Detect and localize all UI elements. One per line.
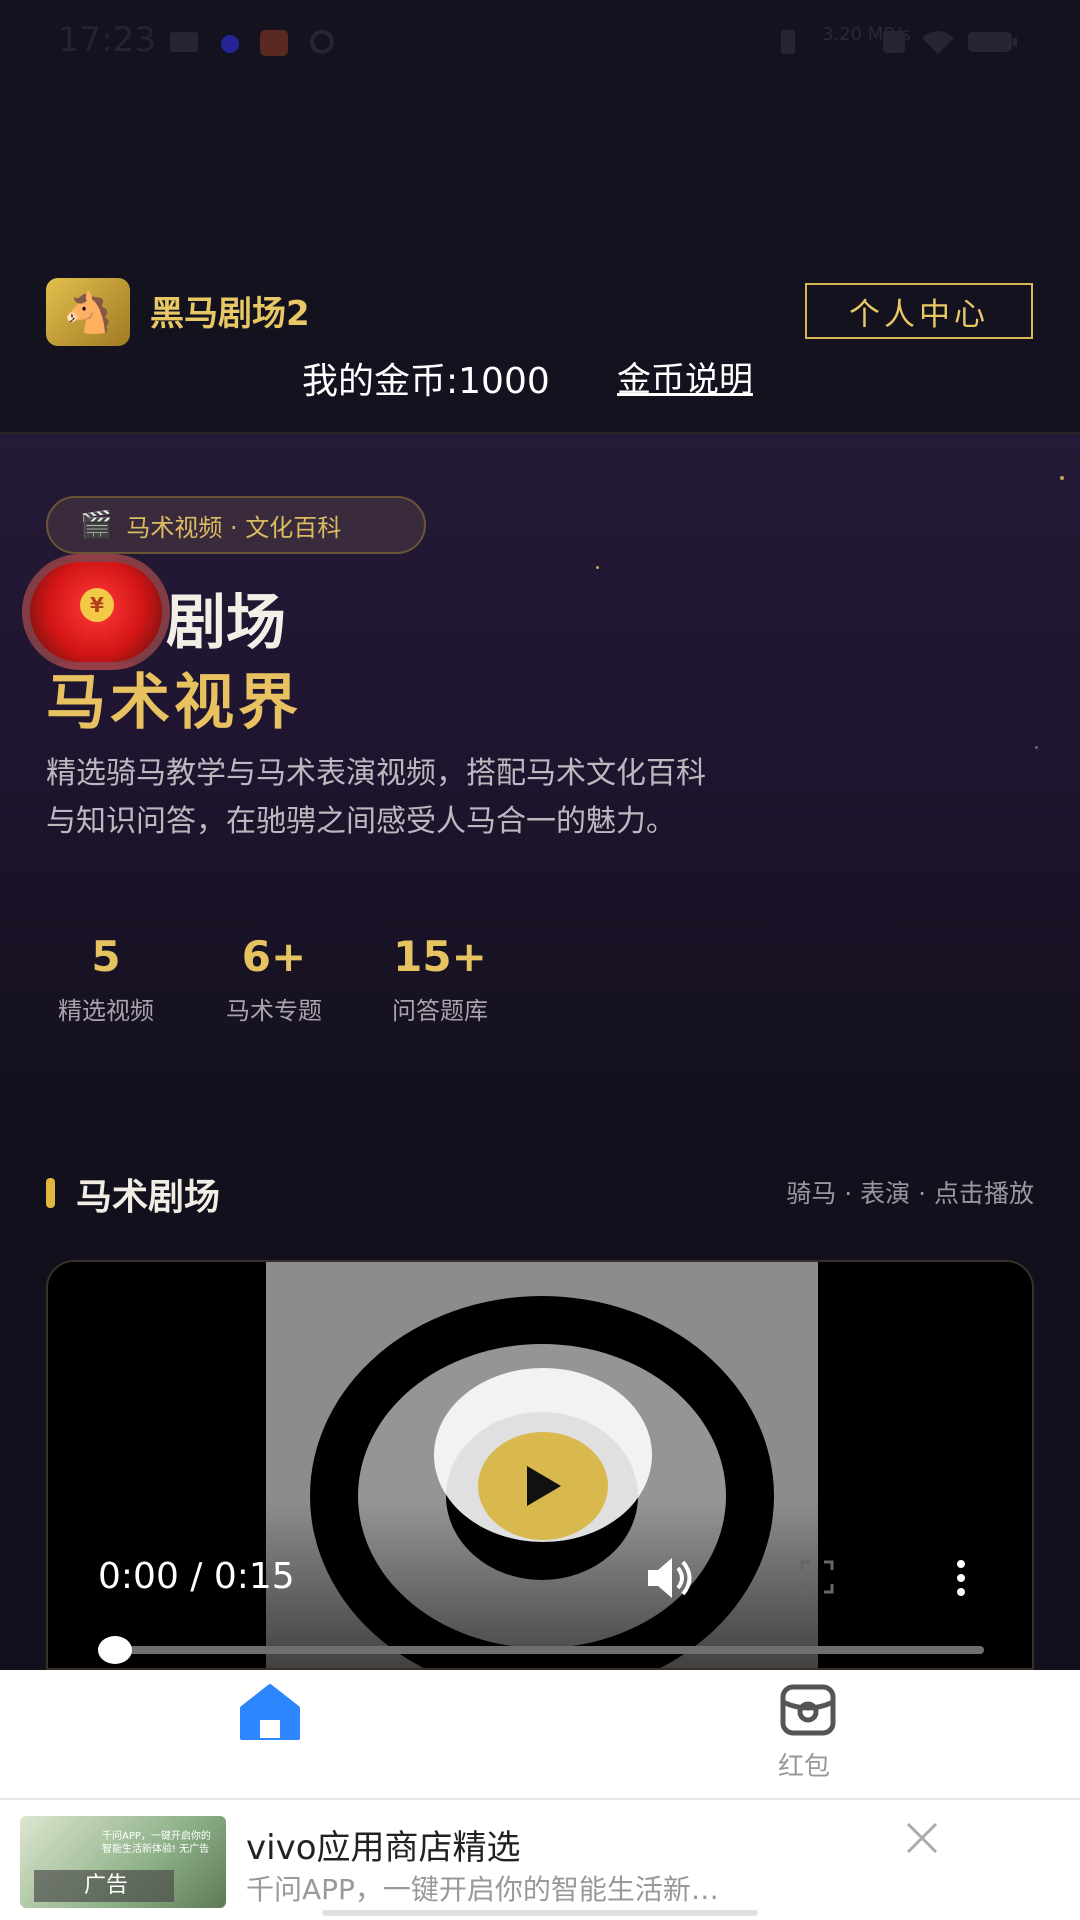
coin-balance: 我的金币:1000	[302, 361, 550, 402]
status-time: 17:23	[58, 20, 156, 60]
coin-help-link[interactable]: 金币说明	[617, 352, 753, 401]
nfc-icon	[883, 31, 905, 53]
wifi-icon	[922, 31, 954, 54]
sparkle	[596, 566, 599, 569]
volume-icon[interactable]	[646, 1556, 696, 1600]
hero-banner: 🎬 马术视频 · 文化百科 马剧场 马术视界 ¥ 精选骑马教学与马术表演视频，搭…	[0, 434, 1080, 1074]
video-player[interactable]: 0:00 / 0:15	[46, 1260, 1034, 1670]
fullscreen-icon[interactable]	[800, 1560, 834, 1594]
home-icon[interactable]	[238, 1682, 302, 1742]
stat-videos: 5 精选视频	[46, 932, 166, 1026]
stat-value: 5	[91, 932, 121, 981]
sync-icon	[310, 30, 334, 54]
section-header: 马术剧场 骑马 · 表演 · 点击播放	[0, 1160, 1080, 1220]
message-icon	[170, 32, 198, 52]
video-progress-knob[interactable]	[98, 1636, 132, 1664]
bottom-navigation: 红包	[0, 1670, 1080, 1800]
sparkle	[1060, 476, 1064, 480]
stat-value: 15+	[393, 932, 487, 981]
section-accent-bar	[46, 1178, 55, 1208]
sparkle	[1035, 746, 1038, 749]
user-center-button[interactable]: 个人中心	[805, 283, 1033, 339]
app-header: 🐴 黑马剧场2 个人中心 我的金币:1000 金币说明	[0, 86, 1080, 434]
red-packet-tab-icon[interactable]	[780, 1684, 836, 1736]
yuan-coin-icon: ¥	[80, 588, 114, 622]
stat-label: 马术专题	[226, 997, 322, 1025]
ad-thumbnail[interactable]: 千问APP，一键开启你的智能生活新体验! 无广告 广告	[20, 1816, 226, 1908]
video-time: 0:00 / 0:15	[98, 1556, 295, 1597]
horse-logo-icon: 🐴	[46, 278, 130, 346]
stat-label: 精选视频	[58, 997, 154, 1025]
more-options-icon[interactable]	[954, 1558, 968, 1598]
play-button[interactable]	[478, 1432, 608, 1540]
category-tag: 🎬 马术视频 · 文化百科	[46, 496, 426, 554]
section-title: 马术剧场	[76, 1177, 221, 1218]
app-notify-icon	[260, 30, 288, 56]
clapperboard-icon: 🎬	[80, 510, 113, 540]
app-title: 黑马剧场2	[150, 294, 310, 334]
status-bar: 17:23 3.20 MB/s	[0, 0, 1080, 86]
category-tag-label: 马术视频 · 文化百科	[126, 513, 342, 542]
ad-title[interactable]: vivo应用商店精选	[246, 1820, 521, 1869]
home-indicator[interactable]	[322, 1910, 758, 1916]
vibrate-icon	[781, 30, 795, 54]
play-icon	[527, 1466, 561, 1506]
close-icon[interactable]	[902, 1818, 942, 1858]
battery-icon	[968, 32, 1017, 52]
stat-label: 问答题库	[392, 997, 488, 1025]
stat-quiz: 15+ 问答题库	[380, 932, 500, 1026]
red-packet-tab-label[interactable]: 红包	[778, 1746, 830, 1783]
ad-banner[interactable]: 千问APP，一键开启你的智能生活新体验! 无广告 广告 vivo应用商店精选 千…	[0, 1800, 1080, 1920]
ad-thumb-text: 千问APP，一键开启你的智能生活新体验! 无广告	[102, 1831, 211, 1855]
video-progress-bar[interactable]	[98, 1646, 984, 1654]
ad-badge: 广告	[34, 1870, 174, 1902]
section-subtitle: 骑马 · 表演 · 点击播放	[786, 1179, 1034, 1208]
red-packet-float-button[interactable]: ¥	[22, 554, 170, 670]
stat-value: 6+	[241, 932, 307, 981]
baidu-icon	[221, 35, 239, 53]
ad-description[interactable]: 千问APP，一键开启你的智能生活新…	[246, 1868, 719, 1908]
hero-description: 精选骑马教学与马术表演视频，搭配马术文化百科与知识问答，在驰骋之间感受人马合一的…	[46, 756, 706, 839]
stat-topics: 6+ 马术专题	[214, 932, 334, 1026]
